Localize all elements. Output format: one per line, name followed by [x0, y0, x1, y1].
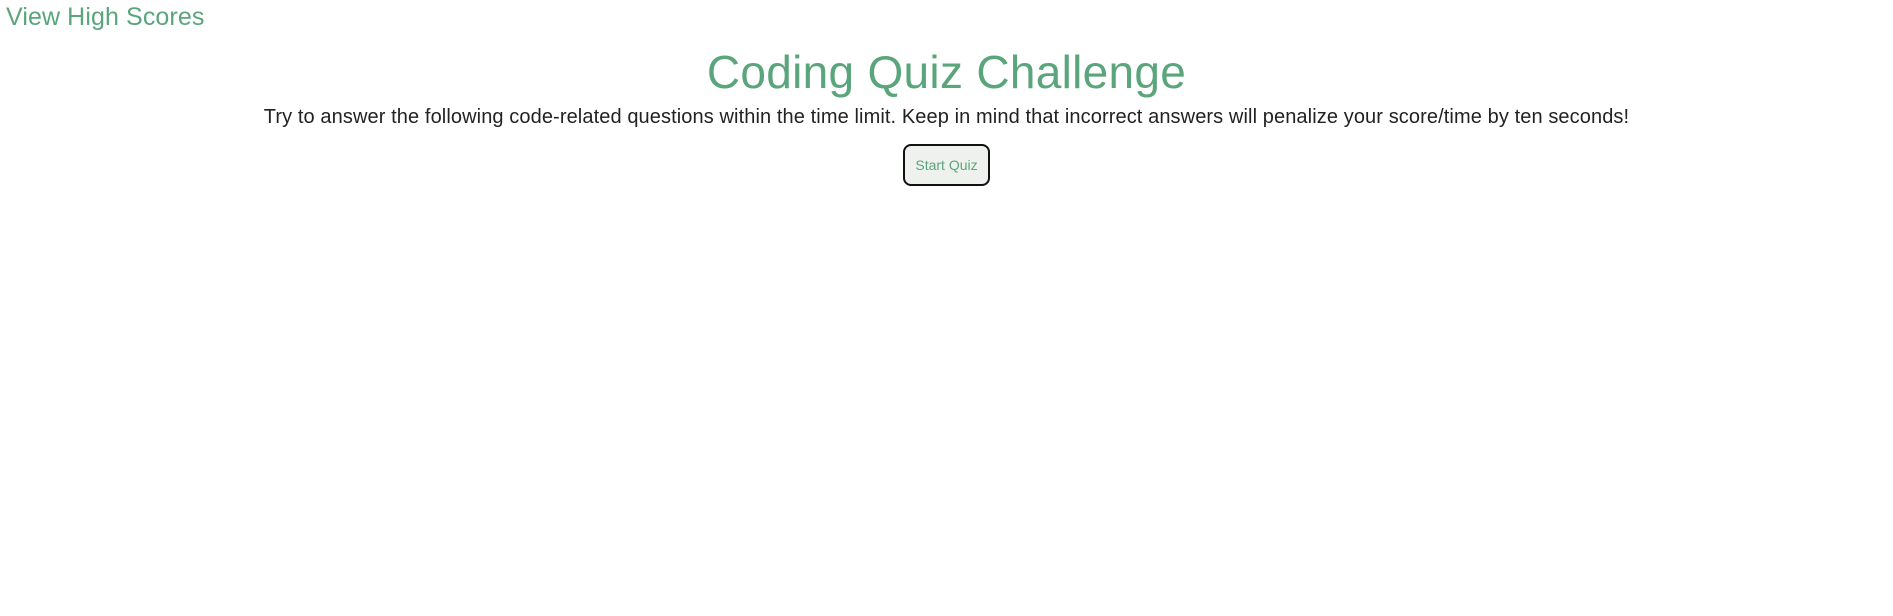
page: View High Scores Coding Quiz Challenge T… [0, 0, 1893, 616]
start-quiz-button[interactable]: Start Quiz [903, 144, 990, 186]
intro-text: Try to answer the following code-related… [263, 106, 1630, 128]
page-title: Coding Quiz Challenge [706, 46, 1187, 98]
quiz-intro: Coding Quiz Challenge Try to answer the … [0, 0, 1893, 186]
